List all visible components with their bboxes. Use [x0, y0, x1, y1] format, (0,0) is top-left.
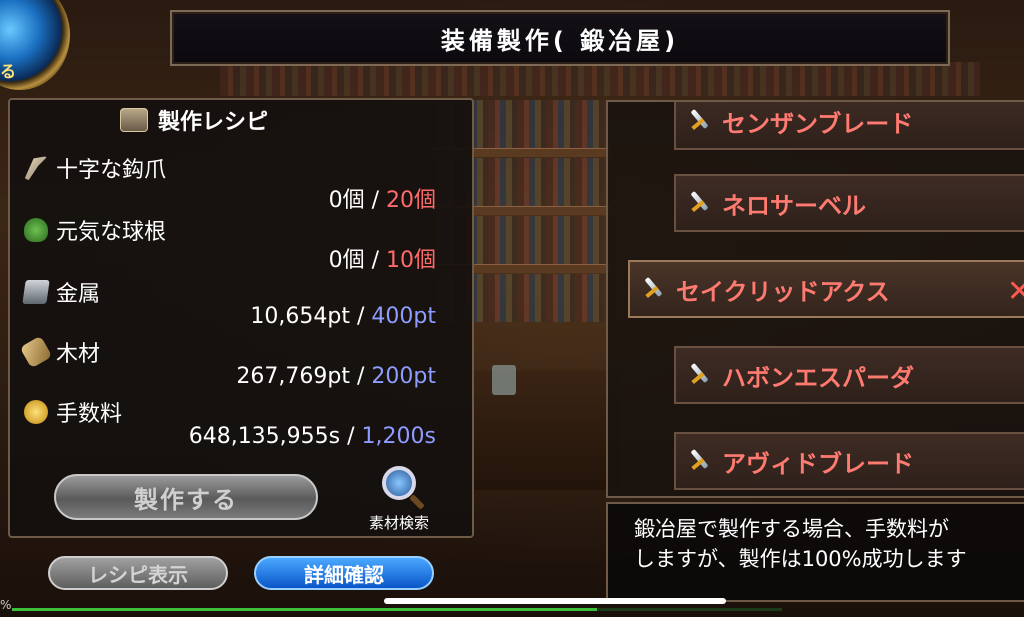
progress-fill — [12, 608, 598, 611]
detail-button[interactable]: 詳細確認 — [254, 556, 434, 590]
material-quantity: 10,654pt / 400pt — [250, 304, 436, 329]
material-name: 手数料 — [56, 402, 123, 427]
sword-icon — [642, 278, 664, 300]
material-row: 手数料 — [24, 396, 122, 428]
close-icon[interactable]: ✕ — [1007, 274, 1024, 309]
material-search-button[interactable]: 素材検索 — [354, 466, 444, 533]
info-line: 鍛冶屋で製作する場合、手数料が — [634, 517, 949, 541]
home-indicator[interactable] — [384, 598, 726, 604]
weapon-name: センザンブレード — [722, 109, 914, 138]
coin-icon — [24, 400, 48, 424]
recipe-header: 製作レシピ — [120, 104, 268, 136]
info-line: しますが、製作は100%成功します — [634, 547, 967, 571]
material-need: 400pt — [371, 304, 436, 329]
material-row: 金属 — [22, 276, 101, 308]
page-title: 装備製作( 鍛冶屋) — [170, 10, 950, 66]
material-need: 200pt — [371, 364, 436, 389]
metal-icon — [22, 280, 50, 304]
material-quantity: 0個 / 10個 — [329, 242, 436, 274]
background-cup — [492, 365, 516, 395]
background-bookshelf-top — [220, 62, 980, 96]
material-quantity: 648,135,955s / 1,200s — [189, 424, 436, 449]
sword-icon — [688, 450, 710, 472]
weapon-list: センザンブレード ネロサーベル セイクリッドアクス ✕ ハボンエスパーダ アヴィ… — [606, 100, 1024, 498]
weapon-item[interactable]: ハボンエスパーダ — [674, 346, 1024, 404]
material-name: 十字な鈎爪 — [56, 158, 167, 183]
material-need: 1,200s — [361, 424, 436, 449]
material-name: 木材 — [56, 342, 101, 367]
weapon-name: セイクリッドアクス — [676, 277, 890, 306]
progress-percent-label: % — [0, 598, 12, 612]
sword-icon — [688, 192, 710, 214]
material-have: 10,654pt — [250, 304, 350, 329]
sword-icon — [688, 364, 710, 386]
weapon-item[interactable]: ネロサーベル — [674, 174, 1024, 232]
recipe-heading: 製作レシピ — [158, 110, 269, 135]
material-have: 0個 — [328, 248, 365, 273]
recipe-view-button[interactable]: レシピ表示 — [48, 556, 228, 590]
claw-icon — [24, 156, 48, 180]
material-search-label: 素材検索 — [368, 514, 429, 532]
material-have: 648,135,955s — [188, 424, 341, 449]
material-need: 10個 — [386, 248, 436, 273]
material-row: 十字な鈎爪 — [24, 152, 166, 184]
recipe-panel: 製作レシピ 十字な鈎爪 0個 / 20個 元気な球根 0個 / 10個 金属 1… — [8, 98, 474, 538]
back-orb-label[interactable]: る — [0, 58, 16, 82]
bulb-icon — [24, 218, 48, 242]
make-button[interactable]: 製作する — [54, 474, 318, 520]
weapon-name: ネロサーベル — [722, 191, 866, 220]
material-quantity: 267,769pt / 200pt — [236, 364, 436, 389]
separator: / — [356, 304, 365, 329]
separator: / — [371, 188, 379, 213]
weapon-item[interactable]: センザンブレード — [674, 102, 1024, 150]
weapon-name: アヴィドブレード — [722, 449, 914, 478]
material-quantity: 0個 / 20個 — [329, 182, 436, 214]
weapon-item-selected[interactable]: セイクリッドアクス ✕ — [628, 260, 1024, 318]
material-row: 木材 — [19, 335, 101, 369]
material-name: 元気な球根 — [56, 220, 167, 245]
sword-icon — [688, 110, 710, 132]
weapon-name: ハボンエスパーダ — [722, 363, 914, 392]
separator: / — [347, 424, 355, 449]
wood-icon — [19, 335, 53, 369]
material-have: 0個 — [328, 188, 365, 213]
separator: / — [356, 364, 365, 389]
separator: / — [371, 248, 379, 273]
info-message: 鍛冶屋で製作する場合、手数料が しますが、製作は100%成功します — [606, 502, 1024, 602]
recipe-book-icon — [120, 108, 148, 132]
material-have: 267,769pt — [236, 364, 350, 389]
material-row: 元気な球根 — [24, 214, 166, 246]
material-name: 金属 — [56, 282, 101, 307]
weapon-item[interactable]: アヴィドブレード — [674, 432, 1024, 490]
progress-bar — [12, 608, 782, 611]
material-need: 20個 — [386, 188, 436, 213]
magnifier-icon — [382, 466, 416, 500]
